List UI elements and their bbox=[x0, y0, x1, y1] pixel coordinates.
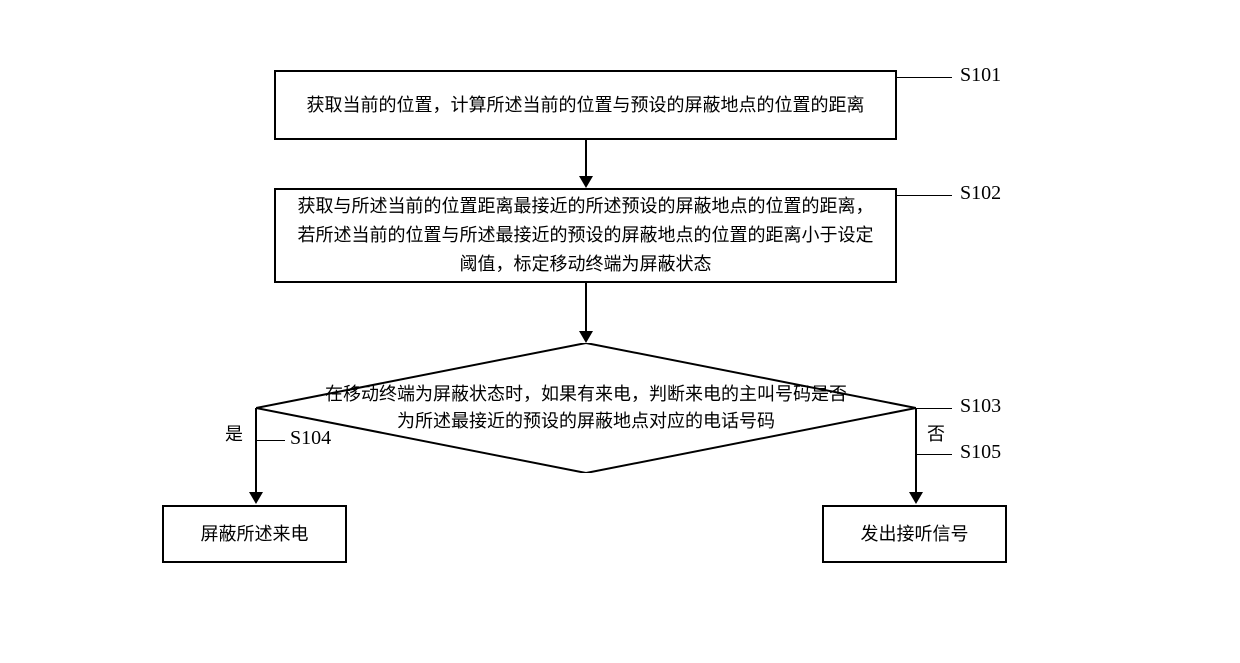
step-s103-text: 在移动终端为屏蔽状态时，如果有来电，判断来电的主叫号码是否为所述最接近的预设的屏… bbox=[322, 381, 850, 435]
no-arrowhead bbox=[909, 492, 923, 504]
label-s102: S102 bbox=[960, 182, 1001, 205]
label-s101: S101 bbox=[960, 64, 1001, 87]
connector-s104 bbox=[257, 440, 285, 441]
connector-s105 bbox=[917, 454, 952, 455]
arrowhead-s102-s103 bbox=[579, 331, 593, 343]
connector-s103 bbox=[916, 408, 952, 409]
yes-arrowhead bbox=[249, 492, 263, 504]
connector-s102 bbox=[897, 195, 952, 196]
no-branch-vertical bbox=[915, 408, 917, 494]
step-s104-box: 屏蔽所述来电 bbox=[162, 505, 347, 563]
arrowhead-s101-s102 bbox=[579, 176, 593, 188]
step-s103-diamond: 在移动终端为屏蔽状态时，如果有来电，判断来电的主叫号码是否为所述最接近的预设的屏… bbox=[256, 343, 916, 473]
label-s104: S104 bbox=[290, 427, 331, 450]
yes-branch-vertical bbox=[255, 408, 257, 494]
no-label: 否 bbox=[927, 420, 945, 446]
label-s105: S105 bbox=[960, 441, 1001, 464]
connector-s101 bbox=[897, 77, 952, 78]
yes-label: 是 bbox=[225, 420, 243, 446]
arrow-s102-s103 bbox=[585, 283, 587, 333]
step-s105-box: 发出接听信号 bbox=[822, 505, 1007, 563]
step-s102-text: 获取与所述当前的位置距离最接近的所述预设的屏蔽地点的位置的距离，若所述当前的位置… bbox=[292, 192, 879, 278]
step-s101-box: 获取当前的位置，计算所述当前的位置与预设的屏蔽地点的位置的距离 bbox=[274, 70, 897, 140]
label-s103: S103 bbox=[960, 395, 1001, 418]
step-s101-text: 获取当前的位置，计算所述当前的位置与预设的屏蔽地点的位置的距离 bbox=[307, 91, 865, 120]
arrow-s101-s102 bbox=[585, 140, 587, 178]
step-s105-text: 发出接听信号 bbox=[861, 520, 969, 549]
step-s104-text: 屏蔽所述来电 bbox=[201, 520, 309, 549]
step-s102-box: 获取与所述当前的位置距离最接近的所述预设的屏蔽地点的位置的距离，若所述当前的位置… bbox=[274, 188, 897, 283]
